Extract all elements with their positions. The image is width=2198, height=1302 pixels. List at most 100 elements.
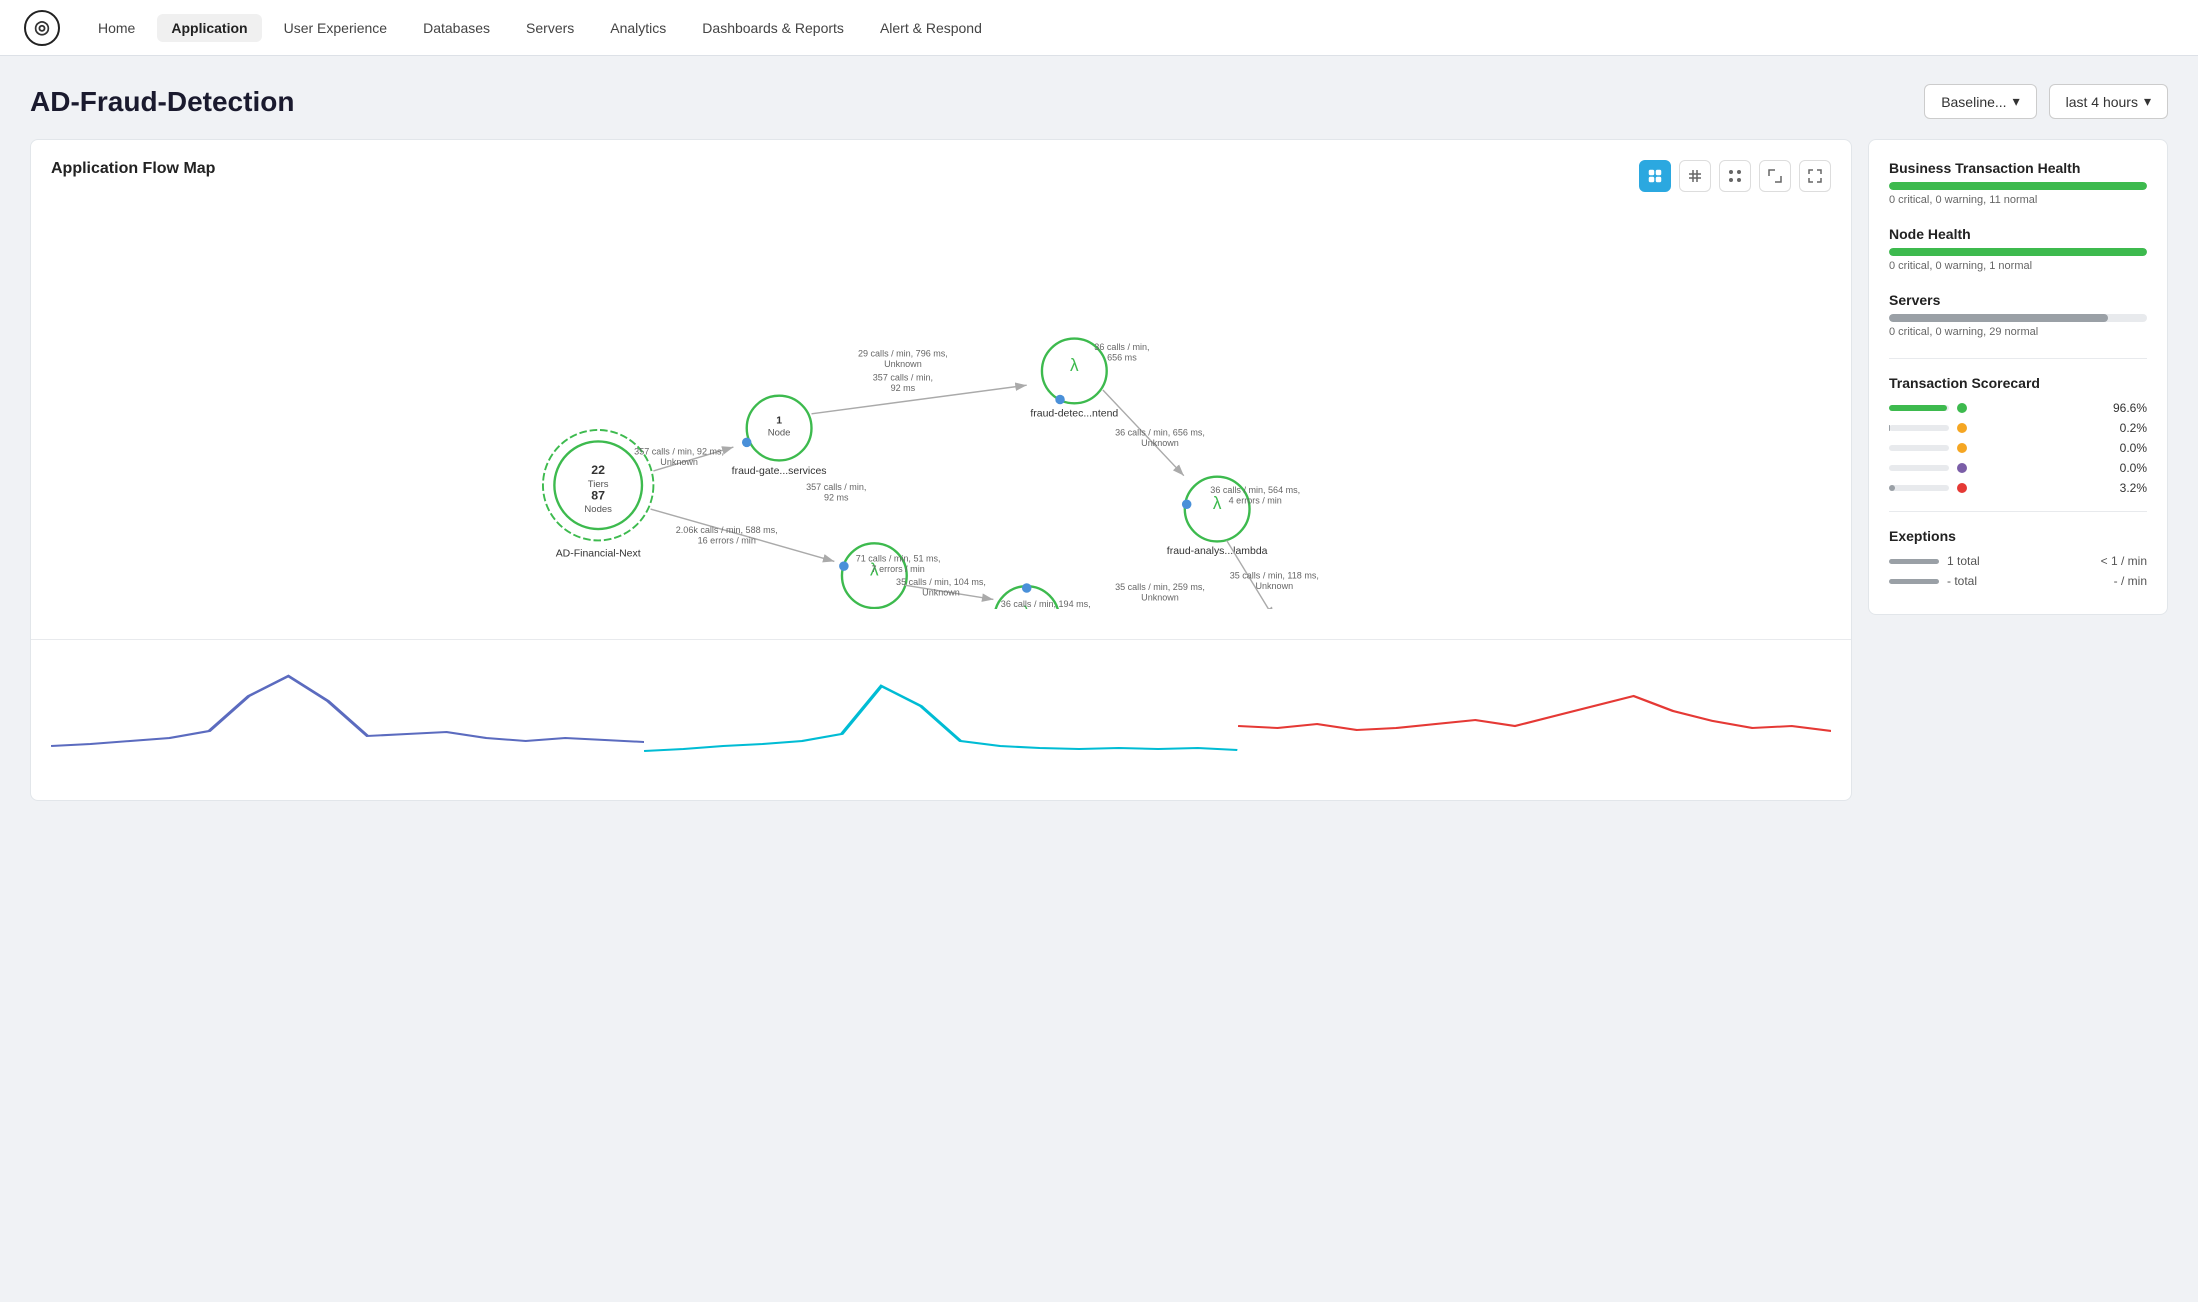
svg-text:36 calls / min, 656 ms,: 36 calls / min, 656 ms, (1115, 428, 1205, 438)
nav-dashboards[interactable]: Dashboards & Reports (688, 14, 858, 42)
scorecard-dot-5 (1957, 483, 1967, 493)
svg-text:656 ms: 656 ms (1107, 352, 1137, 362)
scorecard-dot-1 (1957, 403, 1967, 413)
right-panel: Business Transaction Health 0 critical, … (1868, 139, 2168, 615)
business-health: Business Transaction Health 0 critical, … (1889, 160, 2147, 206)
svg-text:Unknown: Unknown (660, 457, 698, 467)
exceptions-title: Exeptions (1889, 528, 2147, 544)
scorecard-row-4: 0.0% (1889, 461, 2147, 475)
fullscreen-icon (1807, 168, 1823, 184)
servers-health: Servers 0 critical, 0 warning, 29 normal (1889, 292, 2147, 338)
scorecard-bar-1 (1889, 405, 1949, 411)
main-layout: Application Flow Map (30, 139, 2168, 801)
svg-text:Unknown: Unknown (922, 588, 960, 598)
nav-user-experience[interactable]: User Experience (270, 14, 402, 42)
svg-text:Node: Node (768, 428, 791, 439)
scorecard-dot-2 (1957, 423, 1967, 433)
exception-row-1: 1 total < 1 / min (1889, 554, 2147, 568)
flow-ctrl-fullscreen[interactable] (1799, 160, 1831, 192)
scorecard-row-1: 96.6% (1889, 401, 2147, 415)
svg-text:fraud-gate...services: fraud-gate...services (732, 466, 827, 477)
flow-ctrl-scatter[interactable] (1719, 160, 1751, 192)
svg-text:Nodes: Nodes (584, 504, 612, 515)
nav-application[interactable]: Application (157, 14, 261, 42)
page: AD-Fraud-Detection Baseline... ▾ last 4 … (0, 56, 2198, 821)
left-panel: Application Flow Map (30, 139, 1852, 801)
response-chart (644, 656, 1237, 776)
flow-ctrl-expand[interactable] (1759, 160, 1791, 192)
baseline-dropdown[interactable]: Baseline... ▾ (1924, 84, 2036, 119)
svg-text:AD-Financial-Next: AD-Financial-Next (556, 549, 641, 560)
chart-response (644, 656, 1237, 784)
business-health-bar-track (1889, 182, 2147, 190)
errors-chart (1238, 656, 1831, 776)
node-health-sub: 0 critical, 0 warning, 1 normal (1889, 260, 2147, 272)
svg-text:4 errors / min: 4 errors / min (1229, 495, 1282, 505)
svg-text:Unknown: Unknown (1141, 592, 1179, 602)
scorecard-bar-4 (1889, 465, 1949, 471)
scorecard-row-3: 0.0% (1889, 441, 2147, 455)
svg-text:2.06k calls / min, 588 ms,: 2.06k calls / min, 588 ms, (676, 525, 778, 535)
business-health-bar-fill (1889, 182, 2147, 190)
scorecard-pct-4: 0.0% (2120, 461, 2147, 475)
scorecard-pct-2: 0.2% (2120, 421, 2147, 435)
chart-calls (51, 656, 644, 784)
nav-home[interactable]: Home (84, 14, 149, 42)
svg-text:λ: λ (1213, 493, 1222, 513)
time-dropdown[interactable]: last 4 hours ▾ (2049, 84, 2168, 119)
header-controls: Baseline... ▾ last 4 hours ▾ (1924, 84, 2168, 119)
scorecard-bar-2 (1889, 425, 1949, 431)
svg-text:fraud-detec...ntend: fraud-detec...ntend (1030, 409, 1118, 420)
scorecard-row-2: 0.2% (1889, 421, 2147, 435)
node-health: Node Health 0 critical, 0 warning, 1 nor… (1889, 226, 2147, 272)
svg-text:36 calls / min,: 36 calls / min, (1094, 342, 1149, 352)
nav-databases[interactable]: Databases (409, 14, 504, 42)
nav-analytics[interactable]: Analytics (596, 14, 680, 42)
grid-icon (1687, 168, 1703, 184)
servers-sub: 0 critical, 0 warning, 29 normal (1889, 326, 2147, 338)
nav-alert[interactable]: Alert & Respond (866, 14, 996, 42)
node-health-title: Node Health (1889, 226, 2147, 242)
nav-servers[interactable]: Servers (512, 14, 588, 42)
flow-map-title: Application Flow Map (51, 160, 1831, 178)
scorecard-dot-3 (1957, 443, 1967, 453)
svg-text:35 calls / min, 104 ms,: 35 calls / min, 104 ms, (896, 577, 986, 587)
svg-text:1: 1 (776, 415, 782, 426)
exc-total-2: - total (1947, 574, 1977, 588)
scorecard-bar-3 (1889, 445, 1949, 451)
topnav: ◎ Home Application User Experience Datab… (0, 0, 2198, 56)
svg-text:Unknown: Unknown (884, 359, 922, 369)
exc-rate-2: - / min (2114, 574, 2147, 588)
expand-icon (1767, 168, 1783, 184)
business-health-sub: 0 critical, 0 warning, 11 normal (1889, 194, 2147, 206)
page-title: AD-Fraud-Detection (30, 86, 294, 118)
svg-text:λ: λ (1070, 355, 1079, 375)
flow-ctrl-network[interactable] (1639, 160, 1671, 192)
flow-map-svg-container: 22 Tiers 87 Nodes AD-Financial-Next 357 … (51, 190, 1831, 609)
svg-text:Unknown: Unknown (1255, 581, 1293, 591)
servers-title: Servers (1889, 292, 2147, 308)
scorecard-title: Transaction Scorecard (1889, 375, 2147, 391)
svg-text:36 calls / min, 564 ms,: 36 calls / min, 564 ms, (1210, 485, 1300, 495)
calls-chart (51, 656, 644, 776)
divider-2 (1889, 511, 2147, 512)
chevron-down-icon: ▾ (2144, 93, 2151, 110)
svg-text:16 errors / min: 16 errors / min (698, 535, 756, 545)
exc-bar-1 (1889, 559, 1939, 564)
exc-total-1: 1 total (1947, 554, 1980, 568)
servers-bar-track (1889, 314, 2147, 322)
scorecard-pct-1: 96.6% (2113, 401, 2147, 415)
exc-rate-1: < 1 / min (2101, 554, 2147, 568)
business-health-title: Business Transaction Health (1889, 160, 2147, 176)
flow-ctrl-grid[interactable] (1679, 160, 1711, 192)
chevron-down-icon: ▾ (2013, 93, 2020, 110)
scorecard-dot-4 (1957, 463, 1967, 473)
svg-text:87: 87 (591, 488, 605, 502)
node-health-bar-fill (1889, 248, 2147, 256)
logo-icon: ◎ (24, 10, 60, 46)
servers-bar-fill (1889, 314, 2108, 322)
exc-bar-2 (1889, 579, 1939, 584)
flow-map-section: Application Flow Map (31, 140, 1851, 640)
node-health-bar-track (1889, 248, 2147, 256)
page-header: AD-Fraud-Detection Baseline... ▾ last 4 … (30, 84, 2168, 119)
